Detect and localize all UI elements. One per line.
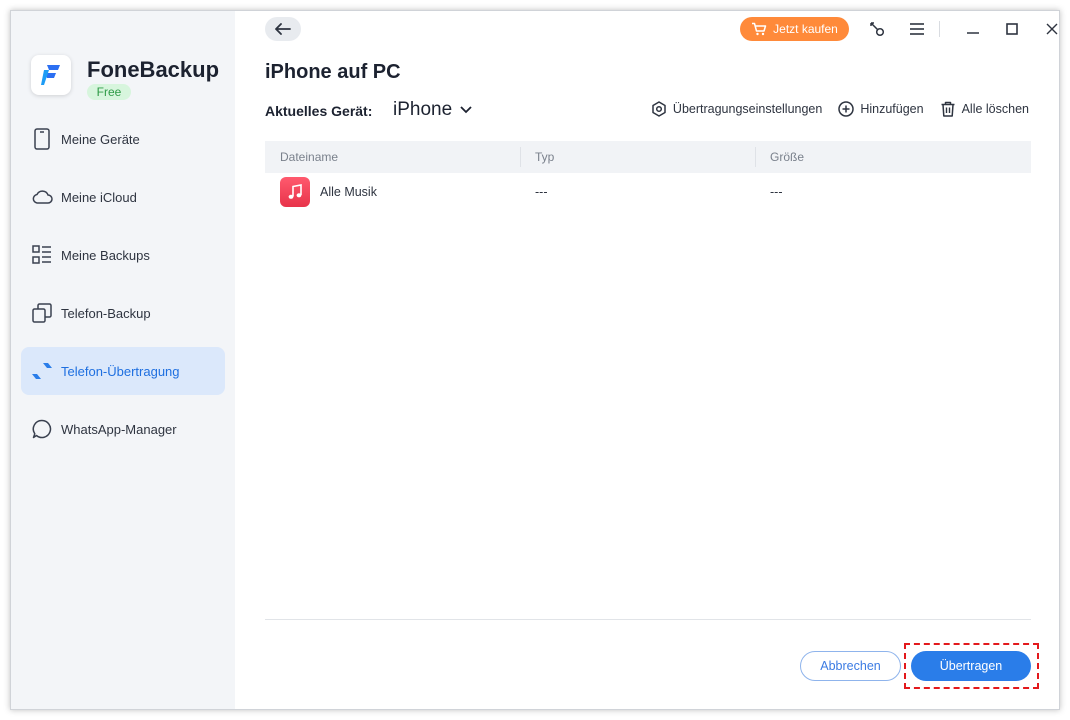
sidebar-nav: Meine Geräte Meine iCloud Meine Backups … bbox=[21, 115, 225, 463]
phone-icon bbox=[31, 128, 53, 150]
add-label: Hinzufügen bbox=[860, 102, 924, 116]
sidebar-item-telefon-backup[interactable]: Telefon-Backup bbox=[21, 289, 225, 337]
close-icon[interactable] bbox=[1042, 19, 1059, 39]
sidebar-item-whatsapp-manager[interactable]: WhatsApp-Manager bbox=[21, 405, 225, 453]
minimize-icon[interactable] bbox=[963, 19, 983, 39]
maximize-icon[interactable] bbox=[1002, 19, 1022, 39]
app-name: FoneBackup bbox=[87, 57, 220, 82]
sidebar-item-meine-icloud[interactable]: Meine iCloud bbox=[21, 173, 225, 221]
sidebar-item-telefon-uebertragung[interactable]: Telefon-Übertragung bbox=[21, 347, 225, 395]
main-panel: Jetzt kaufen iPhone auf PC Aktuelles Ger… bbox=[235, 11, 1059, 709]
device-select[interactable]: iPhone bbox=[393, 99, 472, 121]
column-header-size[interactable]: Größe bbox=[755, 141, 1031, 173]
delete-all-button[interactable]: Alle löschen bbox=[940, 101, 1029, 117]
file-table: Dateiname Typ Größe Alle Musik --- --- bbox=[265, 141, 1031, 211]
footer-divider bbox=[265, 619, 1031, 620]
cart-icon bbox=[752, 22, 767, 36]
sidebar: FoneBackup Free Meine Geräte Meine iClou… bbox=[11, 11, 235, 709]
titlebar-divider bbox=[939, 21, 940, 37]
device-select-value: iPhone bbox=[393, 99, 453, 120]
music-icon bbox=[280, 177, 310, 207]
transfer-icon bbox=[31, 360, 53, 382]
menu-icon[interactable] bbox=[907, 19, 927, 39]
highlight-box bbox=[904, 643, 1039, 689]
transfer-settings-label: Übertragungseinstellungen bbox=[672, 102, 823, 116]
settings-icon bbox=[652, 101, 666, 117]
column-header-filename[interactable]: Dateiname bbox=[265, 141, 520, 173]
sidebar-item-label: Telefon-Backup bbox=[61, 305, 151, 321]
delete-all-label: Alle löschen bbox=[961, 102, 1029, 116]
transfer-settings-button[interactable]: Übertragungseinstellungen bbox=[651, 101, 822, 117]
chevron-down-icon bbox=[460, 106, 472, 114]
row-size: --- bbox=[770, 185, 783, 199]
row-type: --- bbox=[535, 185, 548, 199]
table-row[interactable]: Alle Musik --- --- bbox=[265, 173, 1031, 211]
fonebackup-logo-icon bbox=[31, 55, 71, 95]
back-button[interactable] bbox=[265, 17, 301, 41]
cancel-button[interactable]: Abbrechen bbox=[800, 651, 901, 681]
page-title: iPhone auf PC bbox=[265, 61, 401, 83]
table-header: Dateiname Typ Größe bbox=[265, 141, 1031, 173]
app-window: FoneBackup Free Meine Geräte Meine iClou… bbox=[10, 10, 1060, 710]
list-icon bbox=[31, 244, 53, 266]
key-icon[interactable] bbox=[867, 19, 887, 39]
sidebar-item-label: Meine Backups bbox=[61, 247, 150, 263]
device-label: Aktuelles Gerät: bbox=[265, 103, 373, 119]
arrow-left-icon bbox=[275, 23, 291, 35]
buy-button[interactable]: Jetzt kaufen bbox=[740, 17, 849, 41]
sidebar-item-label: Meine Geräte bbox=[61, 131, 140, 147]
chat-bubble-icon bbox=[31, 418, 53, 440]
sidebar-item-meine-backups[interactable]: Meine Backups bbox=[21, 231, 225, 279]
trash-icon bbox=[941, 101, 955, 117]
sidebar-item-label: Meine iCloud bbox=[61, 189, 137, 205]
row-filename: Alle Musik bbox=[320, 185, 377, 199]
sidebar-item-label: WhatsApp-Manager bbox=[61, 421, 177, 437]
column-header-type[interactable]: Typ bbox=[520, 141, 755, 173]
sidebar-item-meine-geraete[interactable]: Meine Geräte bbox=[21, 115, 225, 163]
sidebar-item-label: Telefon-Übertragung bbox=[61, 363, 180, 379]
plan-badge: Free bbox=[87, 84, 131, 100]
toolbar-actions: Übertragungseinstellungen Hinzufügen All… bbox=[651, 99, 1029, 119]
plus-circle-icon bbox=[838, 101, 855, 117]
cloud-icon bbox=[31, 186, 53, 208]
cell-filename: Alle Musik bbox=[265, 173, 520, 211]
add-button[interactable]: Hinzufügen bbox=[838, 101, 924, 117]
buy-button-label: Jetzt kaufen bbox=[773, 22, 838, 36]
copy-icon bbox=[31, 302, 53, 324]
